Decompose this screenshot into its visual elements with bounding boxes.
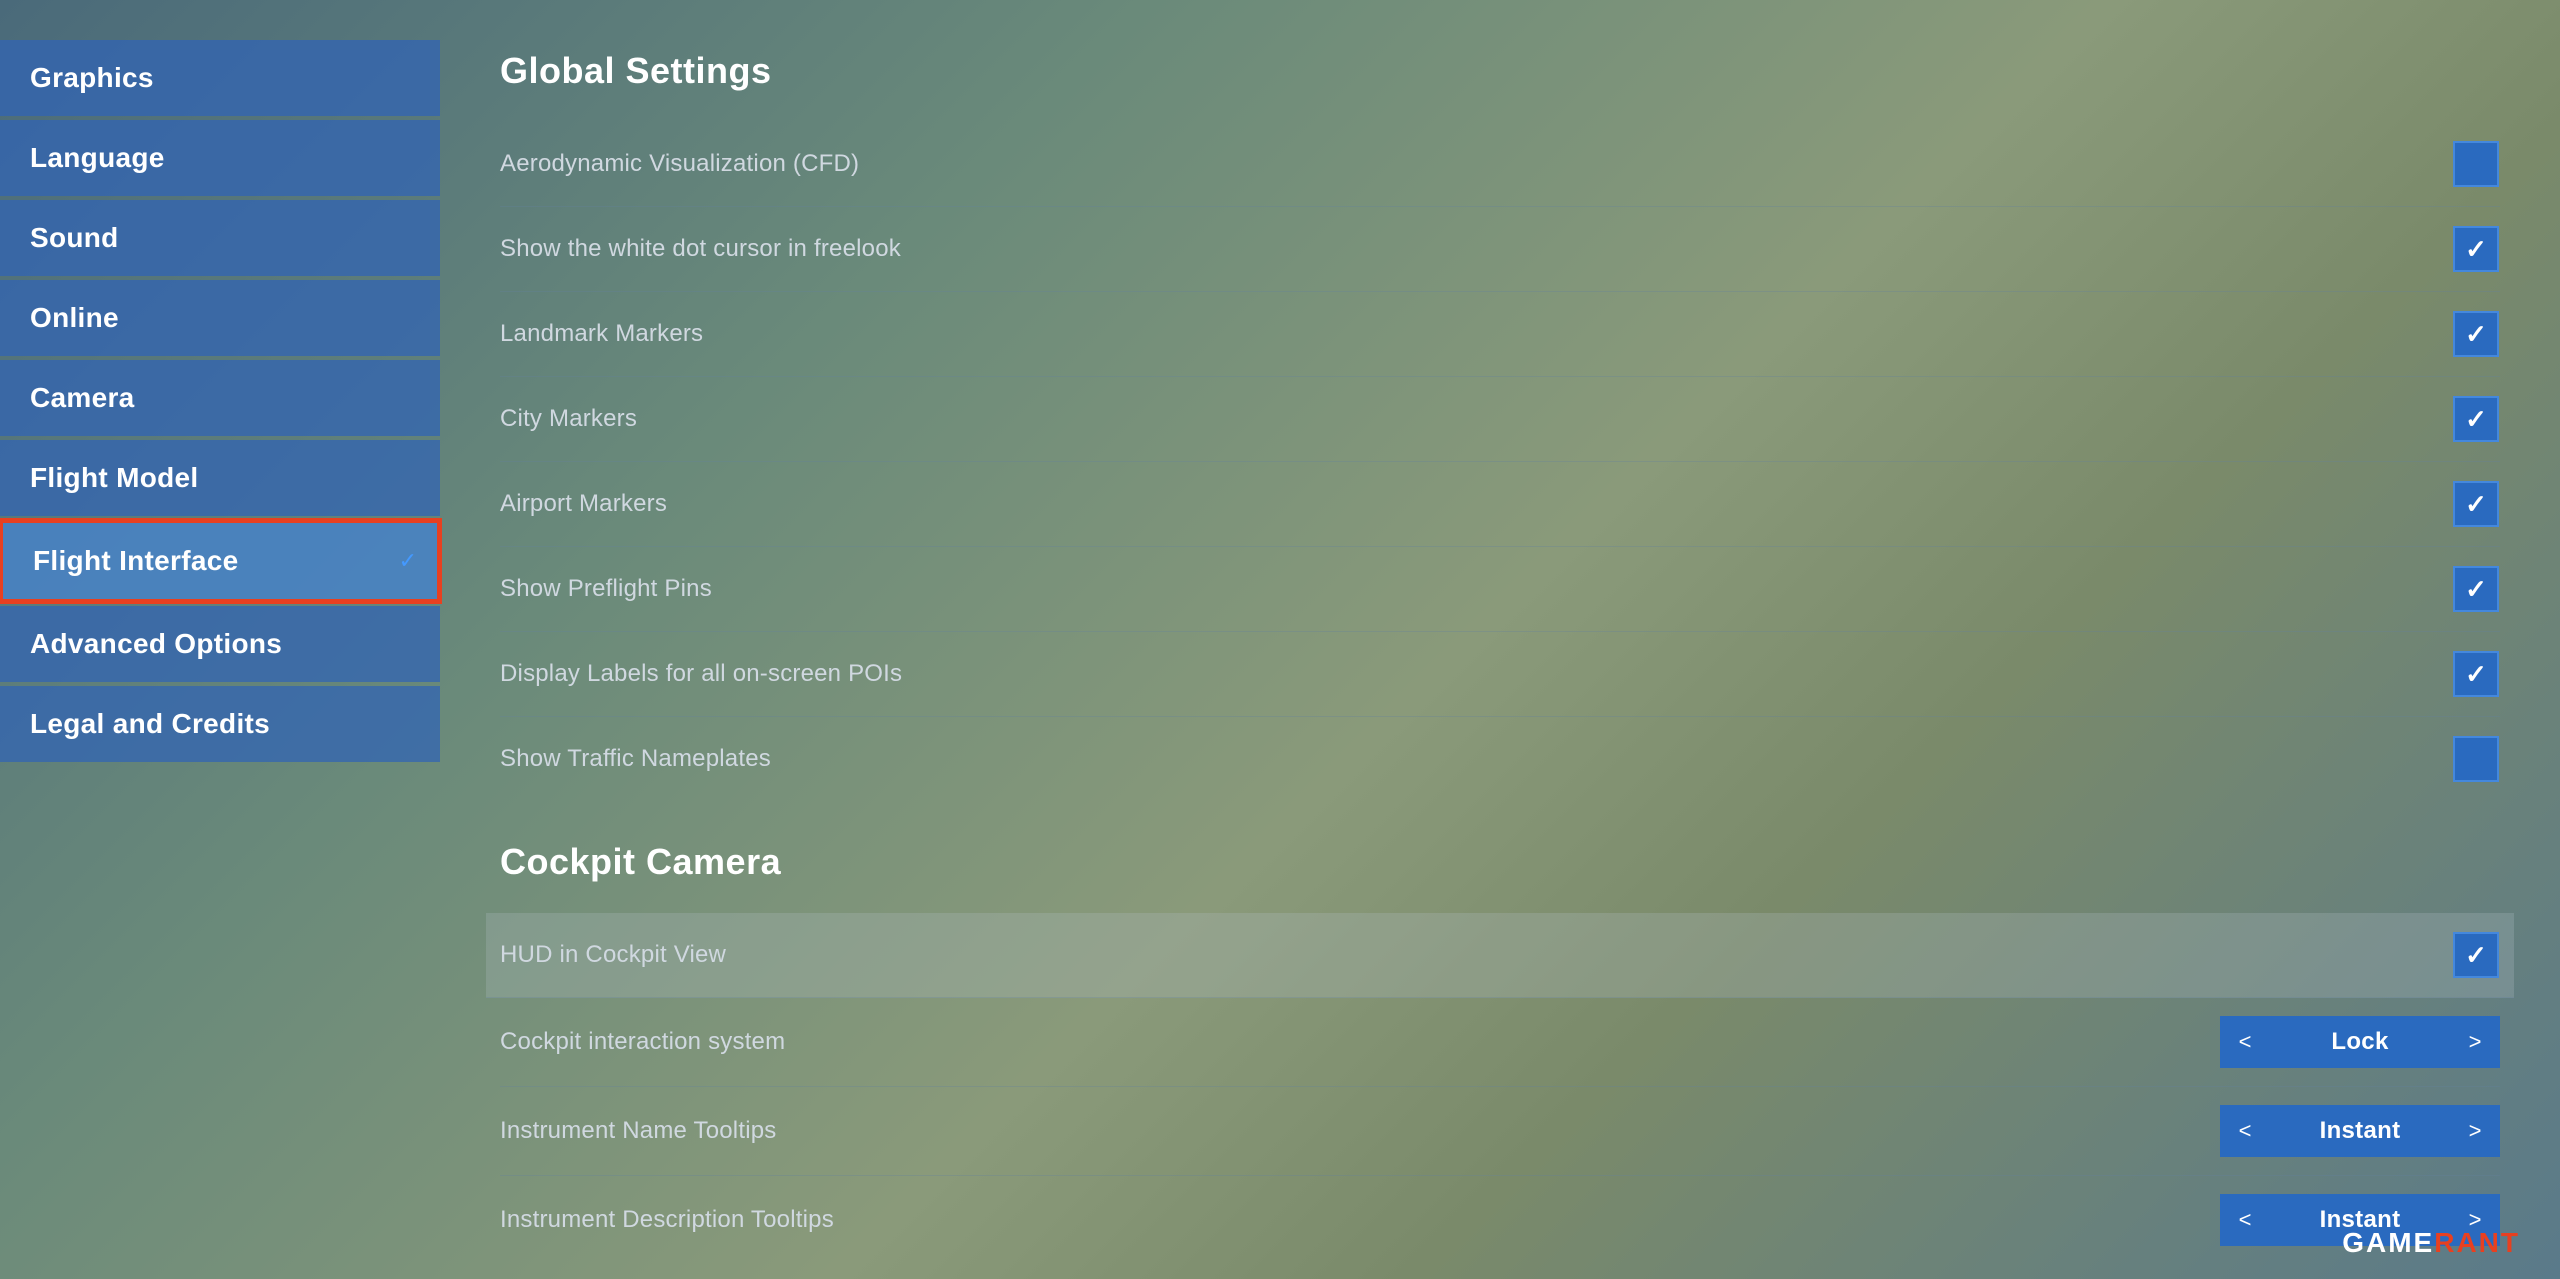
setting-row-aerodynamic: Aerodynamic Visualization (CFD)	[500, 122, 2500, 207]
checkbox-landmark-state: ✓	[2453, 311, 2499, 357]
sidebar-item-advanced-options[interactable]: Advanced Options	[0, 606, 440, 682]
setting-row-labels: Display Labels for all on-screen POIs ✓	[500, 632, 2500, 717]
setting-row-traffic: Show Traffic Nameplates	[500, 717, 2500, 801]
global-settings-list: Aerodynamic Visualization (CFD) Show the…	[500, 122, 2500, 801]
checkbox-landmark[interactable]: ✓	[2452, 310, 2500, 358]
setting-label-city: City Markers	[500, 405, 637, 433]
sidebar-label-flight-model: Flight Model	[30, 462, 198, 494]
setting-row-cockpit-interaction: Cockpit interaction system < Lock >	[500, 998, 2500, 1087]
global-settings-title: Global Settings	[500, 50, 2500, 92]
selector-right-arrow[interactable]: >	[2450, 1016, 2500, 1068]
sidebar-check-flight-interface: ✓	[399, 548, 417, 574]
sidebar-label-advanced-options: Advanced Options	[30, 628, 282, 660]
checkbox-white-dot-state: ✓	[2453, 226, 2499, 272]
sidebar-label-legal-credits: Legal and Credits	[30, 708, 270, 740]
sidebar-label-graphics: Graphics	[30, 62, 154, 94]
sidebar-item-graphics[interactable]: Graphics	[0, 40, 440, 116]
cockpit-settings-list: HUD in Cockpit View ✓ Cockpit interactio…	[500, 913, 2500, 1264]
checkbox-airport-state: ✓	[2453, 481, 2499, 527]
sidebar-item-language[interactable]: Language	[0, 120, 440, 196]
setting-label-hud: HUD in Cockpit View	[500, 941, 726, 969]
check-icon: ✓	[2465, 404, 2487, 435]
setting-label-cockpit-interaction: Cockpit interaction system	[500, 1028, 785, 1056]
check-icon: ✓	[2465, 234, 2487, 265]
check-icon: ✓	[2465, 574, 2487, 605]
watermark: GAMERANT	[2342, 1227, 2520, 1259]
sidebar-label-camera: Camera	[30, 382, 135, 414]
setting-row-city: City Markers ✓	[500, 377, 2500, 462]
setting-label-labels: Display Labels for all on-screen POIs	[500, 660, 902, 688]
main-container: Graphics Language Sound Online Camera Flight …	[0, 0, 2560, 1279]
checkbox-aerodynamic[interactable]	[2452, 140, 2500, 188]
selector-instrument-tooltips[interactable]: < Instant >	[2220, 1105, 2500, 1157]
setting-row-hud: HUD in Cockpit View ✓	[486, 913, 2514, 998]
sidebar-label-flight-interface: Flight Interface	[33, 545, 239, 577]
checkbox-preflight-state: ✓	[2453, 566, 2499, 612]
setting-row-white-dot: Show the white dot cursor in freelook ✓	[500, 207, 2500, 292]
checkbox-white-dot[interactable]: ✓	[2452, 225, 2500, 273]
selector-left-arrow-2[interactable]: <	[2220, 1105, 2270, 1157]
setting-label-aerodynamic: Aerodynamic Visualization (CFD)	[500, 150, 859, 178]
selector-cockpit-interaction[interactable]: < Lock >	[2220, 1016, 2500, 1068]
selector-value-cockpit: Lock	[2270, 1028, 2450, 1056]
check-icon: ✓	[2465, 659, 2487, 690]
checkbox-aerodynamic-state	[2453, 141, 2499, 187]
setting-label-instrument-desc: Instrument Description Tooltips	[500, 1206, 834, 1234]
check-icon: ✓	[2465, 940, 2487, 971]
setting-row-airport: Airport Markers ✓	[500, 462, 2500, 547]
checkbox-city-state: ✓	[2453, 396, 2499, 442]
setting-row-landmark: Landmark Markers ✓	[500, 292, 2500, 377]
setting-label-traffic: Show Traffic Nameplates	[500, 745, 771, 773]
sidebar-item-online[interactable]: Online	[0, 280, 440, 356]
global-settings-section: Global Settings Aerodynamic Visualizatio…	[500, 50, 2500, 801]
checkbox-traffic[interactable]	[2452, 735, 2500, 783]
selector-right-arrow-2[interactable]: >	[2450, 1105, 2500, 1157]
sidebar: Graphics Language Sound Online Camera Flight …	[0, 0, 440, 1279]
checkbox-city[interactable]: ✓	[2452, 395, 2500, 443]
checkbox-labels[interactable]: ✓	[2452, 650, 2500, 698]
sidebar-item-legal-credits[interactable]: Legal and Credits	[0, 686, 440, 762]
sidebar-item-sound[interactable]: Sound	[0, 200, 440, 276]
checkbox-preflight[interactable]: ✓	[2452, 565, 2500, 613]
cockpit-camera-section: Cockpit Camera HUD in Cockpit View ✓ Coc…	[500, 841, 2500, 1264]
checkbox-traffic-state	[2453, 736, 2499, 782]
sidebar-item-flight-interface[interactable]: Flight Interface ✓	[0, 520, 440, 602]
selector-value-instrument-tooltips: Instant	[2270, 1117, 2450, 1145]
check-icon: ✓	[2465, 489, 2487, 520]
checkbox-airport[interactable]: ✓	[2452, 480, 2500, 528]
watermark-rant: RANT	[2434, 1227, 2520, 1258]
sidebar-item-camera[interactable]: Camera	[0, 360, 440, 436]
sidebar-item-flight-model[interactable]: Flight Model	[0, 440, 440, 516]
setting-row-preflight: Show Preflight Pins ✓	[500, 547, 2500, 632]
setting-label-instrument-tooltips: Instrument Name Tooltips	[500, 1117, 776, 1145]
setting-label-landmark: Landmark Markers	[500, 320, 703, 348]
main-content: Global Settings Aerodynamic Visualizatio…	[440, 0, 2560, 1279]
setting-label-airport: Airport Markers	[500, 490, 667, 518]
setting-label-preflight: Show Preflight Pins	[500, 575, 712, 603]
checkbox-hud-state: ✓	[2453, 932, 2499, 978]
cockpit-camera-title: Cockpit Camera	[500, 841, 2500, 883]
check-icon: ✓	[2465, 319, 2487, 350]
checkbox-hud[interactable]: ✓	[2452, 931, 2500, 979]
selector-left-arrow[interactable]: <	[2220, 1016, 2270, 1068]
sidebar-label-language: Language	[30, 142, 165, 174]
sidebar-label-sound: Sound	[30, 222, 119, 254]
checkbox-labels-state: ✓	[2453, 651, 2499, 697]
setting-row-instrument-desc: Instrument Description Tooltips < Instan…	[500, 1176, 2500, 1264]
selector-left-arrow-3[interactable]: <	[2220, 1194, 2270, 1246]
sidebar-label-online: Online	[30, 302, 119, 334]
setting-label-white-dot: Show the white dot cursor in freelook	[500, 235, 901, 263]
setting-row-instrument-tooltips: Instrument Name Tooltips < Instant >	[500, 1087, 2500, 1176]
watermark-game: GAME	[2342, 1227, 2434, 1258]
